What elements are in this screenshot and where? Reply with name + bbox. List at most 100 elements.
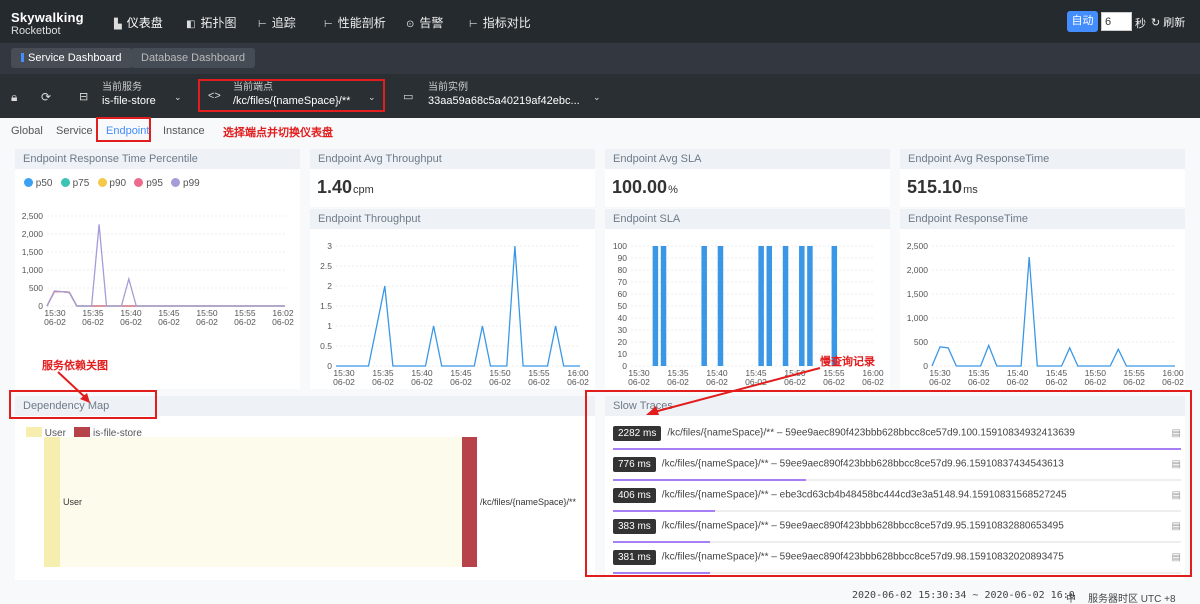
- y-tick-label: 30: [618, 325, 628, 335]
- service-selector-title: 当前服务: [102, 82, 142, 93]
- x-tick-sublabel: 06-02: [1007, 377, 1029, 387]
- nav-compare[interactable]: ⊢ 指标对比: [469, 14, 531, 31]
- tab-database-dashboard[interactable]: Database Dashboard: [131, 48, 255, 68]
- auto-refresh-button[interactable]: 自动: [1067, 11, 1098, 32]
- tab-global[interactable]: Global: [11, 125, 43, 137]
- refresh-button[interactable]: ↻ 刷新: [1151, 14, 1185, 30]
- y-tick-label: 80: [618, 265, 628, 275]
- copy-icon[interactable]: ▤: [1172, 428, 1181, 439]
- annotation-arrow-slow: [646, 367, 821, 415]
- x-tick-sublabel: 06-02: [1162, 377, 1184, 387]
- y-tick-label: 70: [618, 277, 628, 287]
- x-tick-sublabel: 06-02: [528, 377, 550, 387]
- y-tick-label: 10: [618, 349, 628, 359]
- y-tick-label: 3: [327, 241, 332, 251]
- x-tick-sublabel: 06-02: [450, 377, 472, 387]
- service-node[interactable]: [462, 437, 477, 567]
- sla-bar: [660, 246, 667, 366]
- copy-icon[interactable]: ▤: [1172, 552, 1181, 563]
- tab-label: Service Dashboard: [28, 52, 122, 64]
- metric-unit: cpm: [353, 184, 374, 196]
- interval-input[interactable]: 6: [1101, 12, 1132, 31]
- tab-service[interactable]: Service: [56, 125, 93, 137]
- legend-label: p99: [183, 178, 200, 189]
- series-line-p99: [46, 224, 285, 307]
- slow-trace-row[interactable]: 381 ms/kc/files/{nameSpace}/** – 59ee9ae…: [613, 550, 1181, 574]
- trace-duration-bar: [613, 541, 710, 543]
- copy-icon[interactable]: ▤: [1172, 521, 1181, 532]
- metric-number: 100.00: [612, 177, 668, 197]
- legend-item: p99: [171, 178, 200, 189]
- tab-instance[interactable]: Instance: [163, 125, 205, 137]
- lock-icon[interactable]: 🔒︎: [11, 90, 17, 105]
- service-icon: ⊟: [79, 91, 89, 103]
- chevron-down-icon[interactable]: ⌄: [593, 92, 601, 103]
- panel-title: Endpoint Avg SLA: [605, 149, 890, 169]
- y-tick-label: 0: [923, 361, 928, 371]
- trace-endpoint: /kc/files/{nameSpace}/** – 59ee9aec890f4…: [661, 551, 1064, 563]
- copy-icon[interactable]: ▤: [1172, 490, 1181, 501]
- panel-title: Endpoint SLA: [605, 209, 890, 229]
- nav-trace[interactable]: ⊢ 追踪: [258, 14, 296, 31]
- nav-alarm[interactable]: ⊙ 告警: [406, 14, 443, 31]
- nav-label: 追踪: [271, 16, 296, 30]
- slow-trace-row[interactable]: 406 ms/kc/files/{nameSpace}/** – ebe3cd6…: [613, 488, 1181, 512]
- response-chart: 05001,0001,5002,0002,50015:3006-0215:350…: [907, 241, 1184, 387]
- trace-icon: ⊢: [258, 19, 267, 30]
- trace-duration-bar: [613, 572, 710, 574]
- nav-label: 仪表盘: [126, 16, 163, 30]
- x-tick-sublabel: 06-02: [196, 317, 218, 327]
- trace-duration-badge: 776 ms: [613, 457, 656, 472]
- y-tick-label: 2,000: [907, 265, 929, 275]
- language-toggle[interactable]: 中: [1066, 590, 1076, 604]
- sla-bar: [717, 246, 724, 366]
- service-node-label: /kc/files/{nameSpace}/**: [480, 497, 577, 507]
- slow-trace-row[interactable]: 383 ms/kc/files/{nameSpace}/** – 59ee9ae…: [613, 519, 1181, 543]
- time-range[interactable]: 2020-06-02 15:30:34 ~ 2020-06-02 16:0: [852, 590, 1075, 601]
- tab-label: Database Dashboard: [141, 52, 245, 64]
- service-selector-value: is-file-store: [102, 95, 156, 107]
- y-tick-label: 1,000: [907, 313, 929, 323]
- reload-icon[interactable]: ⟳: [41, 90, 51, 104]
- sla-bar: [758, 246, 764, 366]
- y-tick-label: 2: [327, 281, 332, 291]
- y-tick-label: 40: [618, 313, 628, 323]
- y-tick-label: 90: [618, 253, 628, 263]
- y-tick-label: 0: [327, 361, 332, 371]
- x-tick-sublabel: 06-02: [158, 317, 180, 327]
- logo-subtitle: Rocketbot: [11, 25, 61, 37]
- nav-topology[interactable]: ◧ 拓扑图: [186, 14, 236, 31]
- user-node[interactable]: [44, 437, 60, 567]
- x-tick-sublabel: 06-02: [968, 377, 990, 387]
- sla-bar: [807, 246, 813, 366]
- instance-selector-title: 当前实例: [428, 82, 468, 93]
- slow-trace-row[interactable]: 2282 ms/kc/files/{nameSpace}/** – 59ee9a…: [613, 426, 1181, 450]
- nav-label: 拓扑图: [200, 16, 237, 30]
- nav-dashboard[interactable]: ▙ 仪表盘: [114, 14, 163, 31]
- annotation-arrow-dependency: [57, 371, 90, 403]
- metric-number: 1.40: [317, 177, 353, 197]
- series-line-p95: [46, 290, 285, 307]
- trace-duration-bar: [613, 479, 807, 481]
- y-tick-label: 0: [38, 301, 43, 311]
- x-tick-sublabel: 06-02: [929, 377, 951, 387]
- chevron-down-icon[interactable]: ⌄: [174, 92, 182, 103]
- nav-profile[interactable]: ⊢ 性能剖析: [324, 14, 386, 31]
- avg-response-value: 515.10ms: [900, 169, 1185, 198]
- panel-title: Endpoint Throughput: [310, 209, 595, 229]
- service-selector[interactable]: 当前服务 is-file-store: [102, 78, 182, 114]
- x-tick-sublabel: 06-02: [411, 377, 433, 387]
- tab-service-dashboard[interactable]: Service Dashboard: [11, 48, 132, 68]
- x-tick-sublabel: 06-02: [82, 317, 104, 327]
- instance-selector[interactable]: 当前实例 33aa59a68c5a40219af42ebc...: [428, 78, 588, 114]
- logo-title: Skywalking: [11, 10, 84, 25]
- copy-icon[interactable]: ▤: [1172, 459, 1181, 470]
- panel-title: Endpoint Avg ResponseTime: [900, 149, 1185, 169]
- percentile-legend: p50 p75 p90 p95 p99: [24, 178, 200, 189]
- nav-label: 指标对比: [482, 16, 531, 30]
- compare-icon: ⊢: [469, 19, 478, 30]
- trace-duration-bar: [613, 448, 1181, 450]
- sla-bar: [799, 246, 805, 366]
- annotation-switch-dashboard: 选择端点并切换仪表盘: [223, 127, 333, 139]
- slow-trace-row[interactable]: 776 ms/kc/files/{nameSpace}/** – 59ee9ae…: [613, 457, 1181, 481]
